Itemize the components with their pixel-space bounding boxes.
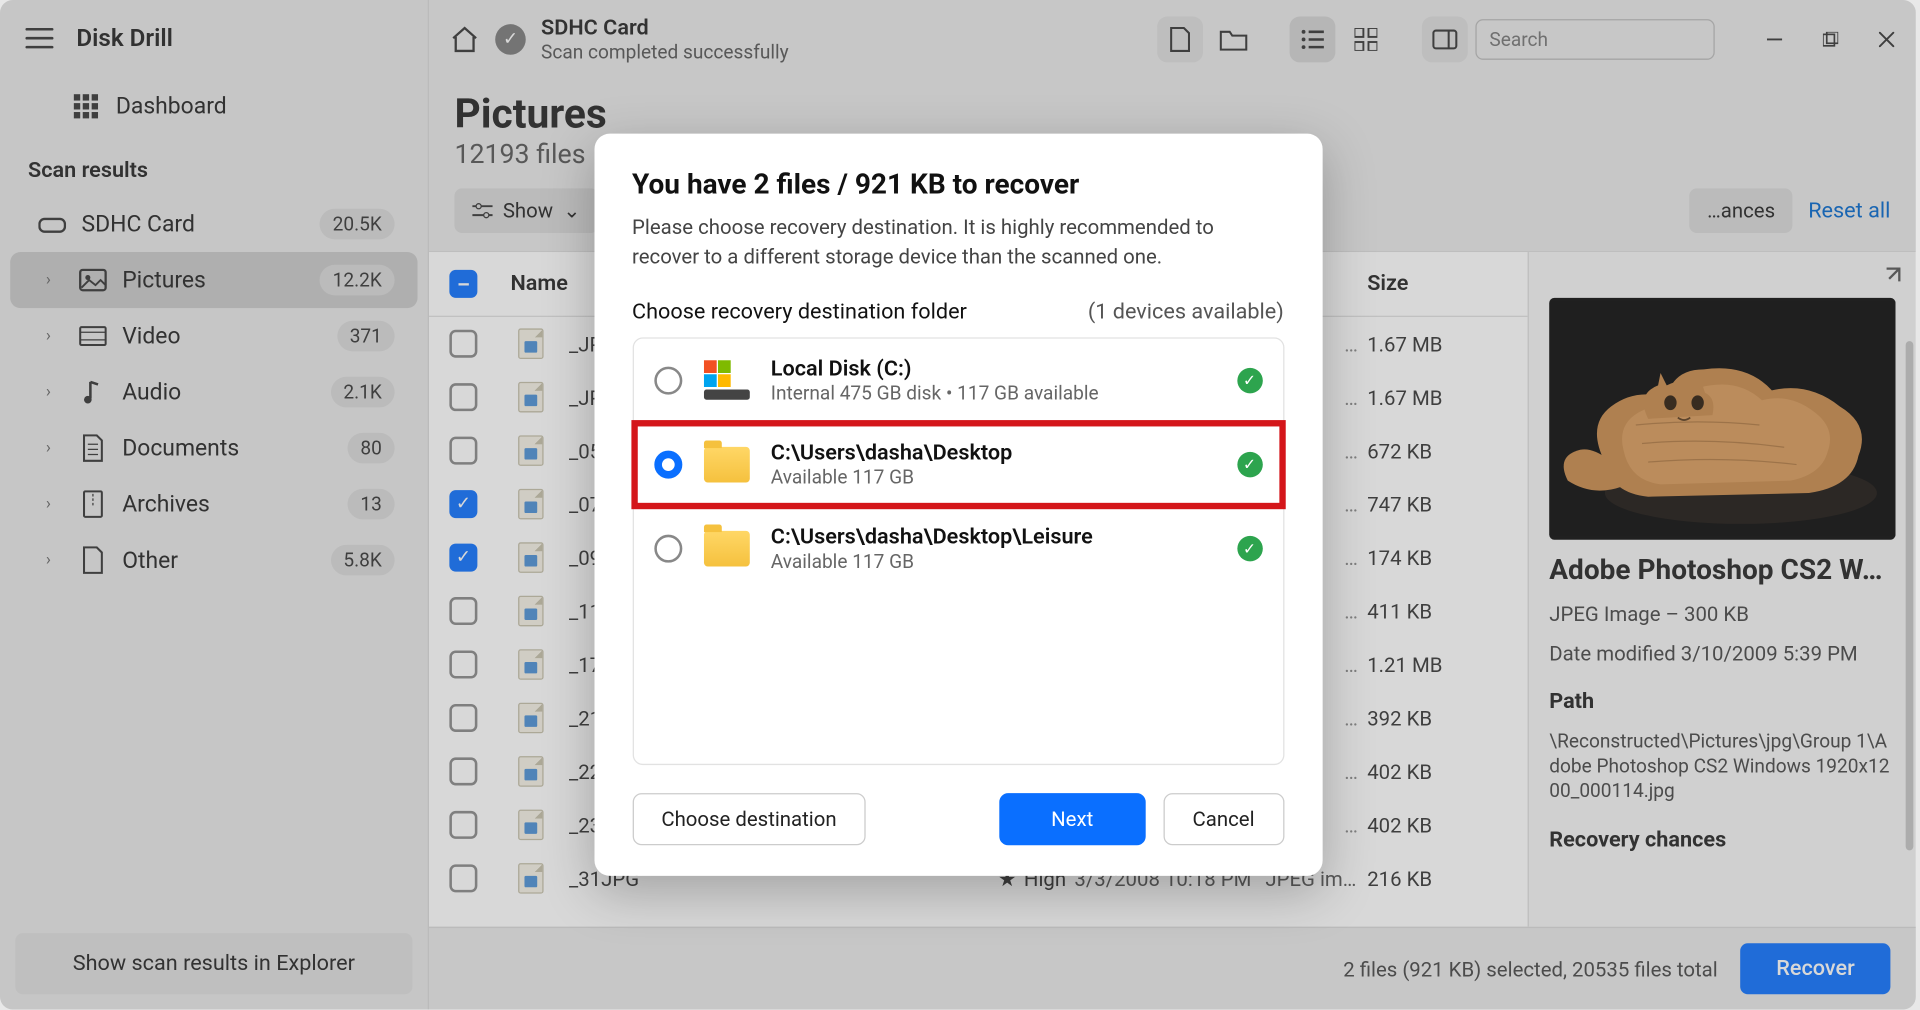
cancel-button[interactable]: Cancel [1163,793,1284,845]
disk-icon [703,361,749,400]
next-button[interactable]: Next [999,793,1145,845]
destination-radio[interactable] [654,366,682,394]
folder-icon [703,447,749,483]
modal-description: Please choose recovery destination. It i… [632,214,1284,271]
destination-row[interactable]: C:\Users\dasha\Desktop\Leisure Available… [633,507,1282,591]
destination-radio[interactable] [654,451,682,479]
recovery-destination-modal: You have 2 files / 921 KB to recover Ple… [594,134,1322,876]
modal-overlay: You have 2 files / 921 KB to recover Ple… [0,0,1916,1009]
destination-row[interactable]: C:\Users\dasha\Desktop Available 117 GB … [633,422,1282,506]
destination-list: Local Disk (C:) Internal 475 GB disk • 1… [632,337,1284,765]
destination-sub: Available 117 GB [771,466,1217,489]
folder-icon [703,531,749,567]
destination-row[interactable]: Local Disk (C:) Internal 475 GB disk • 1… [633,338,1282,422]
destination-name: Local Disk (C:) [771,356,1217,381]
destination-radio[interactable] [654,535,682,563]
check-icon: ✓ [1237,536,1262,561]
destination-sub: Internal 475 GB disk • 117 GB available [771,382,1217,405]
devices-available: (1 devices available) [1088,299,1284,324]
choose-destination-button[interactable]: Choose destination [632,793,866,845]
destination-name: C:\Users\dasha\Desktop\Leisure [771,524,1217,549]
choose-destination-label: Choose recovery destination folder [632,299,967,324]
destination-name: C:\Users\dasha\Desktop [771,440,1217,465]
modal-title: You have 2 files / 921 KB to recover [632,169,1284,201]
check-icon: ✓ [1237,368,1262,393]
destination-sub: Available 117 GB [771,550,1217,573]
check-icon: ✓ [1237,452,1262,477]
